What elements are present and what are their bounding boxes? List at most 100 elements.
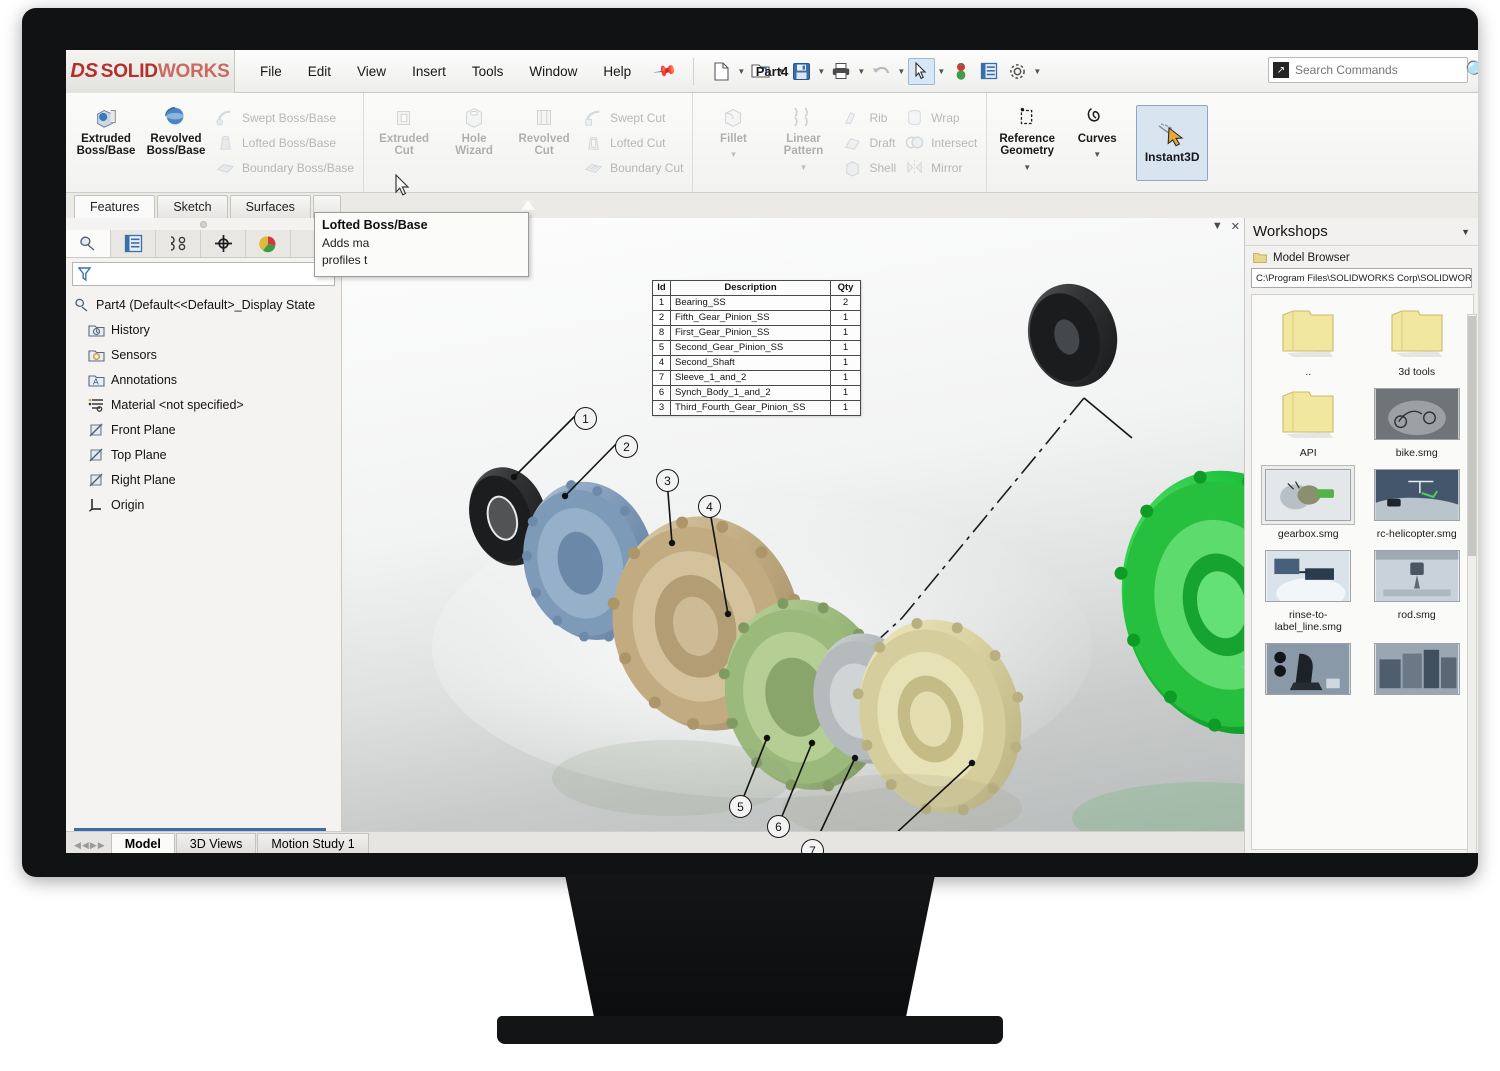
menu-tools[interactable]: Tools: [459, 60, 517, 83]
tab-surfaces[interactable]: Surfaces: [229, 195, 311, 218]
tree-root-part4[interactable]: Part4 (Default<<Default>_Display State: [70, 292, 341, 317]
linear-pattern-caret[interactable]: ▼: [800, 163, 808, 172]
last-tab-arrow[interactable]: ▶: [98, 840, 105, 851]
list-item[interactable]: 3d tools: [1365, 303, 1470, 378]
tree-item-origin[interactable]: Origin: [70, 492, 341, 517]
tab-features[interactable]: Features: [74, 195, 156, 218]
fillet-caret[interactable]: ▼: [730, 150, 738, 159]
next-tab-arrow[interactable]: ▶: [90, 840, 97, 851]
reference-geometry-caret[interactable]: ▼: [1023, 163, 1031, 172]
search-input[interactable]: [1295, 63, 1463, 77]
property-manager-tab[interactable]: [111, 230, 156, 257]
tab-sketch[interactable]: Sketch: [157, 195, 228, 218]
boundary-cut-button[interactable]: Boundary Cut: [583, 157, 683, 178]
undo-caret[interactable]: ▼: [896, 67, 907, 76]
table-row[interactable]: 6 Synch_Body_1_and_2 1: [652, 385, 861, 401]
save-button[interactable]: [788, 58, 815, 85]
print-button[interactable]: [828, 58, 855, 85]
swept-boss-base-button[interactable]: Swept Boss/Base: [215, 107, 354, 128]
configuration-manager-tab[interactable]: [156, 230, 201, 257]
undo-button[interactable]: [868, 58, 895, 85]
balloon-callout-2[interactable]: 2: [615, 435, 638, 458]
print-caret[interactable]: ▼: [856, 67, 867, 76]
table-row[interactable]: 4 Second_Shaft 1: [652, 355, 861, 371]
search-commands-box[interactable]: ↗ 🔍: [1268, 57, 1478, 83]
mirror-button[interactable]: Mirror: [904, 157, 977, 178]
open-document-button[interactable]: [748, 58, 775, 85]
gear-icon[interactable]: [1004, 58, 1031, 85]
bottom-tab-3d-views[interactable]: 3D Views: [175, 833, 257, 853]
list-item[interactable]: bike.smg: [1365, 384, 1470, 459]
solidworks-logo[interactable]: DS SOLIDWORKS: [66, 50, 235, 93]
linear-pattern-button[interactable]: Linear Pattern ▼: [768, 97, 838, 189]
balloon-callout-4[interactable]: 4: [698, 495, 721, 518]
magnifier-icon[interactable]: 🔍: [1465, 59, 1478, 83]
chevron-down-icon[interactable]: ▼: [1461, 227, 1470, 237]
table-row[interactable]: 3 Third_Fourth_Gear_Pinion_SS 1: [652, 400, 861, 416]
curves-button[interactable]: Curves ▼: [1062, 97, 1132, 189]
tree-item-right-plane[interactable]: Right Plane: [70, 467, 341, 492]
table-row[interactable]: 1 Bearing_SS 2: [652, 295, 861, 311]
save-caret[interactable]: ▼: [816, 67, 827, 76]
list-item[interactable]: [1365, 639, 1470, 702]
fillet-button[interactable]: Fillet ▼: [698, 97, 768, 189]
balloon-callout-3[interactable]: 3: [656, 469, 679, 492]
tree-item-top-plane[interactable]: Top Plane: [70, 442, 341, 467]
bottom-tab-model[interactable]: Model: [110, 833, 175, 853]
instant3d-button[interactable]: Instant3D: [1136, 104, 1209, 181]
shell-button[interactable]: Shell: [842, 157, 896, 178]
tree-item-annotations[interactable]: A Annotations: [70, 367, 341, 392]
first-tab-arrow[interactable]: ◀: [74, 840, 81, 851]
list-item[interactable]: [1256, 639, 1361, 702]
workshops-scrollbar[interactable]: [1467, 314, 1477, 853]
dimxpert-manager-tab[interactable]: [201, 230, 246, 257]
feature-tree-filter[interactable]: [72, 262, 335, 286]
revolved-cut-button[interactable]: Revolved Cut: [509, 97, 579, 189]
menu-view[interactable]: View: [344, 60, 399, 83]
extruded-boss-base-button[interactable]: Extruded Boss/Base: [71, 97, 141, 189]
appearance-button[interactable]: [948, 58, 975, 85]
list-item[interactable]: rc-helicopter.smg: [1365, 465, 1470, 540]
table-row[interactable]: 7 Sleeve_1_and_2 1: [652, 370, 861, 386]
wrap-button[interactable]: Wrap: [904, 107, 977, 128]
menu-edit[interactable]: Edit: [295, 60, 344, 83]
menu-insert[interactable]: Insert: [399, 60, 459, 83]
workshops-file-grid[interactable]: .. 3d tools API bike.smg gearbox.smg rc-…: [1251, 294, 1474, 850]
options-caret[interactable]: ▼: [1032, 67, 1043, 76]
reference-geometry-button[interactable]: Reference Geometry ▼: [992, 97, 1062, 189]
feature-manager-tab[interactable]: [66, 230, 111, 257]
tree-item-sensors[interactable]: Sensors: [70, 342, 341, 367]
bottom-tab-motion-study[interactable]: Motion Study 1: [257, 833, 369, 853]
list-item[interactable]: rod.smg: [1365, 546, 1470, 633]
table-row[interactable]: 8 First_Gear_Pinion_SS 1: [652, 325, 861, 341]
revolved-boss-base-button[interactable]: Revolved Boss/Base: [141, 97, 211, 189]
tree-item-front-plane[interactable]: Front Plane: [70, 417, 341, 442]
menu-file[interactable]: File: [247, 60, 295, 83]
curves-caret[interactable]: ▼: [1093, 150, 1101, 159]
panel-resize-handle[interactable]: [66, 218, 341, 230]
hole-wizard-button[interactable]: Hole Wizard: [439, 97, 509, 189]
close-x-icon[interactable]: ✕: [1231, 220, 1240, 233]
swept-cut-button[interactable]: Swept Cut: [583, 107, 683, 128]
list-item[interactable]: API: [1256, 384, 1361, 459]
list-item[interactable]: rinse-to-label_line.smg: [1256, 546, 1361, 633]
list-item[interactable]: gearbox.smg: [1256, 465, 1361, 540]
list-item[interactable]: ..: [1256, 303, 1361, 378]
new-document-caret[interactable]: ▼: [736, 67, 747, 76]
select-button[interactable]: [907, 57, 935, 85]
bill-of-materials-table[interactable]: Id Description Qty 1 Bearing_SS 2 2 Fifth_G…: [652, 280, 861, 416]
tab-nav-arrows[interactable]: ◀ ◀ ▶ ▶: [66, 840, 111, 853]
intersect-button[interactable]: Intersect: [904, 132, 977, 153]
graphics-viewport[interactable]: ▼ ✕ Id Description Qty 1 Bearing_SS 2 2 …: [342, 218, 1244, 853]
chevron-down-icon[interactable]: ▼: [1212, 220, 1223, 233]
table-row[interactable]: 5 Second_Gear_Pinion_SS 1: [652, 340, 861, 356]
rib-button[interactable]: Rib: [842, 107, 896, 128]
open-document-caret[interactable]: ▼: [776, 67, 787, 76]
lofted-cut-button[interactable]: Lofted Cut: [583, 132, 683, 153]
prev-tab-arrow[interactable]: ◀: [82, 840, 89, 851]
balloon-callout-6[interactable]: 6: [767, 815, 790, 838]
table-row[interactable]: 2 Fifth_Gear_Pinion_SS 1: [652, 310, 861, 326]
balloon-callout-1[interactable]: 1: [574, 407, 597, 430]
tree-item-material[interactable]: Material <not specified>: [70, 392, 341, 417]
draft-button[interactable]: Draft: [842, 132, 896, 153]
